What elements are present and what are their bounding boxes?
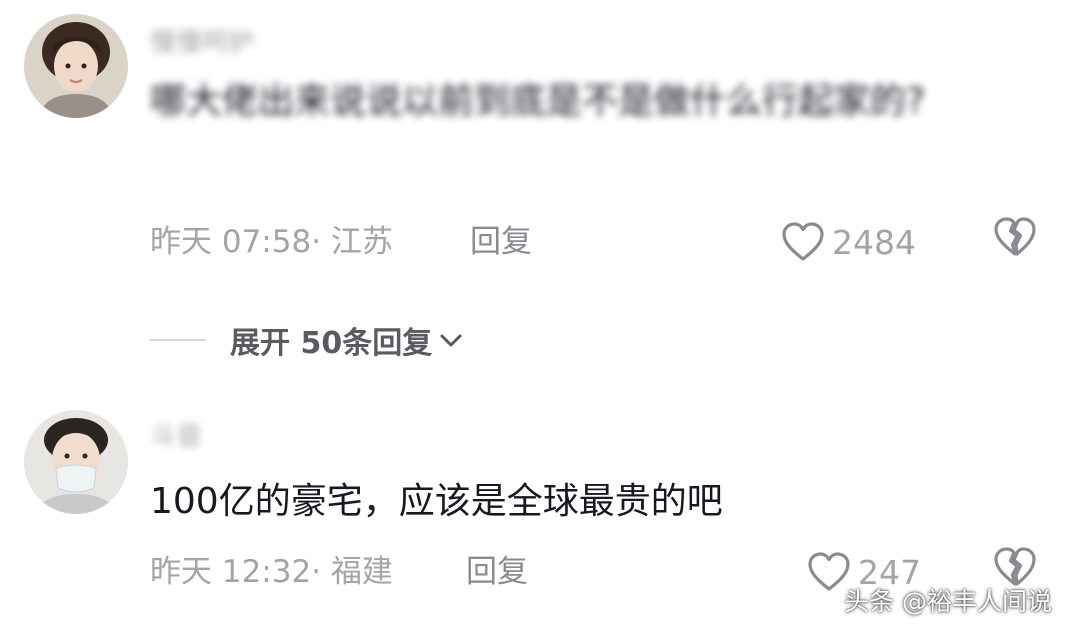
username[interactable]: 斗音 [150, 416, 202, 453]
chevron-down-icon [440, 334, 462, 347]
avatar[interactable] [24, 410, 128, 514]
comment-meta: 昨天 07:58· 江苏 [150, 220, 393, 264]
comment-text: 哪大佬出来说说以前到底是不是做什么行起家的? [150, 81, 926, 122]
expand-replies-button[interactable]: 展开 50条回复 [230, 318, 466, 362]
dislike-button[interactable] [992, 214, 1038, 264]
comment-time: 昨天 07:58 [150, 224, 312, 260]
expand-replies-row: 展开 50条回复 [150, 318, 466, 362]
heart-outline-icon [782, 222, 824, 261]
username[interactable]: 慢慢呵护 [150, 22, 254, 59]
comment-meta: 昨天 12:32· 福建 [150, 550, 393, 594]
meta-separator: · [311, 554, 331, 590]
comment-location: 福建 [330, 554, 393, 590]
broken-heart-icon [994, 217, 1036, 256]
avatar[interactable] [24, 14, 128, 118]
expand-replies-label: 展开 50条回复 [230, 326, 433, 361]
reply-button[interactable]: 回复 [466, 550, 528, 594]
like-button[interactable]: 2484 [780, 216, 916, 268]
like-count: 2484 [832, 222, 916, 262]
meta-separator: · [311, 224, 331, 260]
comment-item: 慢慢呵护 哪大佬出来说说以前到底是不是做什么行起家的? 昨天 07:58· 江苏… [0, 0, 1068, 300]
watermark: 头条 @裕丰人间说 [844, 587, 1052, 616]
comment-meta-row: 昨天 07:58· 江苏 回复 2484 [150, 217, 1040, 264]
divider [150, 339, 206, 341]
reply-button[interactable]: 回复 [470, 220, 532, 264]
comment-time: 昨天 12:32 [150, 554, 312, 590]
comment-location: 江苏 [330, 224, 393, 260]
comment-text: 100亿的豪宅，应该是全球最贵的吧 [150, 481, 723, 522]
